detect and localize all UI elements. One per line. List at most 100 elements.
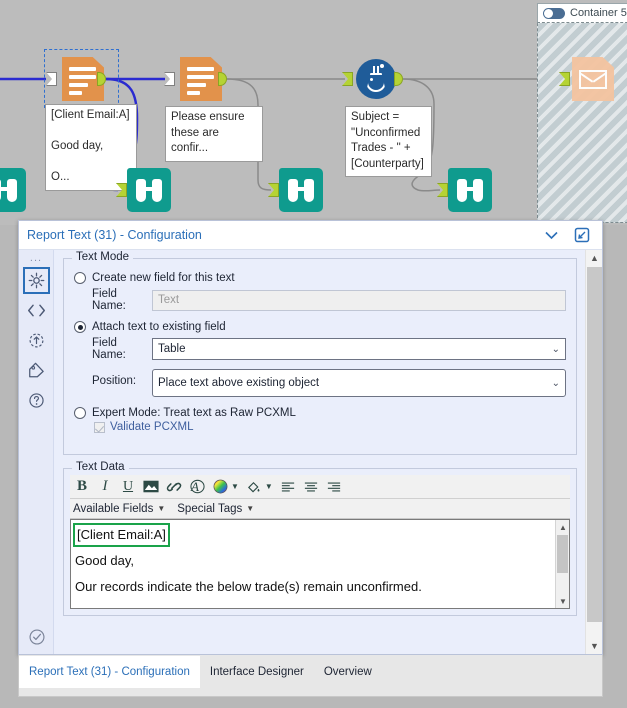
- text-color-caret-icon[interactable]: ▼: [231, 482, 239, 491]
- tag-icon: [29, 362, 44, 378]
- panel-icon-rail: ...: [19, 250, 54, 654]
- tool-browse-0[interactable]: [0, 168, 26, 212]
- font-icon[interactable]: A: [187, 477, 207, 497]
- editor-scroll-up-icon[interactable]: ▲: [556, 520, 569, 534]
- validate-pcxml-label: Validate PCXML: [110, 421, 194, 433]
- align-center-icon[interactable]: [301, 477, 321, 497]
- radio-create-new-field-label: Create new field for this text: [92, 272, 235, 284]
- text-data-editor[interactable]: [Client Email:A] Good day, Our records i…: [70, 519, 570, 609]
- formula-icon: [356, 59, 396, 99]
- browse-icon: [279, 168, 323, 212]
- editor-scrollbar[interactable]: ▲ ▼: [555, 520, 569, 608]
- link-icon[interactable]: [164, 477, 184, 497]
- bottom-tab-bar: Report Text (31) - Configuration Interfa…: [18, 655, 603, 697]
- fill-color-caret-icon[interactable]: ▼: [265, 482, 273, 491]
- rail-item-help[interactable]: [23, 387, 50, 414]
- radio-attach-existing-field-dot: [74, 321, 86, 333]
- tool-browse-2[interactable]: [279, 168, 323, 212]
- editor-scroll-down-icon[interactable]: ▼: [556, 594, 569, 608]
- fill-color-icon[interactable]: [244, 477, 264, 497]
- align-right-icon[interactable]: [324, 477, 344, 497]
- editor-line-3: Our records indicate the below trade(s) …: [75, 579, 422, 594]
- annotation-report-text-1: [Client Email:A] Good day, O...: [45, 104, 137, 191]
- text-color-icon[interactable]: [210, 477, 230, 497]
- rail-drag-dots[interactable]: ...: [19, 250, 53, 264]
- italic-icon[interactable]: I: [95, 477, 115, 497]
- panel-scroll-down-icon[interactable]: ▼: [586, 638, 603, 654]
- tool-formula[interactable]: [356, 59, 396, 99]
- tool-report-text-2[interactable]: [180, 57, 222, 101]
- configuration-title-bar: Report Text (31) - Configuration: [19, 221, 602, 250]
- text-data-group: Text Data B I U A ▼ ▼ Available Fields ▼…: [63, 461, 577, 616]
- tab-report-text-configuration[interactable]: Report Text (31) - Configuration: [19, 656, 200, 688]
- create-field-name-input[interactable]: Text: [152, 289, 566, 311]
- container-toggle[interactable]: [543, 7, 565, 19]
- arrow-circle-icon: [29, 333, 43, 348]
- browse-icon: [127, 168, 171, 212]
- text-insert-menubar: Available Fields ▼ Special Tags ▼: [70, 499, 570, 519]
- container-header[interactable]: Container 5: [537, 3, 627, 23]
- radio-attach-existing-field-label: Attach text to existing field: [92, 321, 226, 333]
- collapse-chevron-icon[interactable]: [540, 224, 562, 246]
- image-icon[interactable]: [141, 477, 161, 497]
- position-row: Position: Place text above existing obje…: [74, 369, 566, 397]
- popout-window-icon[interactable]: [570, 224, 594, 246]
- tool-container[interactable]: [537, 3, 627, 223]
- gear-icon: [28, 272, 44, 289]
- rail-item-annotation[interactable]: [23, 357, 50, 384]
- radio-expert-mode-label: Expert Mode: Treat text as Raw PCXML: [92, 407, 296, 419]
- report-text-icon: [180, 57, 222, 101]
- attach-field-name-select[interactable]: Table ⌄: [152, 338, 566, 360]
- container-label: Container 5: [570, 7, 627, 19]
- chevron-down-icon: ▼: [157, 504, 166, 513]
- rail-item-configuration[interactable]: [22, 267, 50, 294]
- tab-interface-designer[interactable]: Interface Designer: [200, 656, 314, 688]
- panel-scrollbar[interactable]: ▲ ▼: [585, 250, 602, 654]
- browse-icon: [0, 168, 26, 212]
- email-icon: [572, 57, 614, 101]
- tool-browse-1[interactable]: [127, 168, 171, 212]
- question-circle-icon: [28, 393, 44, 408]
- radio-attach-existing-field[interactable]: Attach text to existing field: [74, 321, 566, 333]
- validate-pcxml-row[interactable]: Validate PCXML: [94, 421, 566, 433]
- attach-field-name-value: Table: [158, 343, 186, 355]
- editor-line-highlighted: [Client Email:A]: [73, 523, 170, 547]
- radio-create-new-field[interactable]: Create new field for this text: [74, 272, 566, 284]
- radio-expert-mode-dot: [74, 407, 86, 419]
- available-fields-menu-label: Available Fields: [73, 502, 154, 515]
- workflow-canvas[interactable]: Container 5 [Client Email:A] Good day, O…: [0, 0, 627, 225]
- attach-field-name-label: Field Name:: [92, 337, 126, 361]
- browse-icon: [448, 168, 492, 212]
- tool-browse-3[interactable]: [448, 168, 492, 212]
- check-circle-icon: [28, 629, 45, 645]
- available-fields-menu[interactable]: Available Fields ▼: [73, 503, 165, 515]
- create-field-name-label: Field Name:: [92, 288, 126, 312]
- special-tags-menu-label: Special Tags: [177, 502, 243, 515]
- tab-overview[interactable]: Overview: [314, 656, 382, 688]
- underline-icon[interactable]: U: [118, 477, 138, 497]
- text-data-editor-content[interactable]: [Client Email:A] Good day, Our records i…: [71, 520, 555, 608]
- create-field-name-row: Field Name: Text: [74, 288, 566, 312]
- code-icon: [27, 304, 45, 317]
- validate-pcxml-checkbox[interactable]: [94, 421, 105, 433]
- bold-icon[interactable]: B: [72, 477, 92, 497]
- panel-scroll-up-icon[interactable]: ▲: [586, 250, 603, 266]
- tool-email[interactable]: [572, 57, 614, 101]
- chevron-down-icon: ⌄: [551, 343, 560, 355]
- position-select[interactable]: Place text above existing object ⌄: [152, 369, 566, 397]
- editor-line-2: Good day,: [75, 553, 135, 568]
- annotation-report-text-2: Please ensure these are confir...: [165, 106, 263, 162]
- rail-item-run-tool[interactable]: [23, 327, 50, 354]
- position-label: Position:: [92, 375, 137, 387]
- rail-item-status[interactable]: [19, 628, 54, 646]
- panel-scroll-thumb[interactable]: [587, 267, 602, 622]
- position-value: Place text above existing object: [158, 377, 320, 389]
- align-left-icon[interactable]: [278, 477, 298, 497]
- editor-scroll-thumb[interactable]: [557, 535, 568, 573]
- chevron-down-icon: ▼: [246, 504, 255, 513]
- text-mode-group: Text Mode Create new field for this text…: [63, 251, 577, 455]
- special-tags-menu[interactable]: Special Tags ▼: [177, 503, 254, 515]
- configuration-panel: Report Text (31) - Configuration ... Tex…: [18, 220, 603, 655]
- radio-expert-mode[interactable]: Expert Mode: Treat text as Raw PCXML: [74, 407, 566, 419]
- rail-item-xml-view[interactable]: [23, 297, 50, 324]
